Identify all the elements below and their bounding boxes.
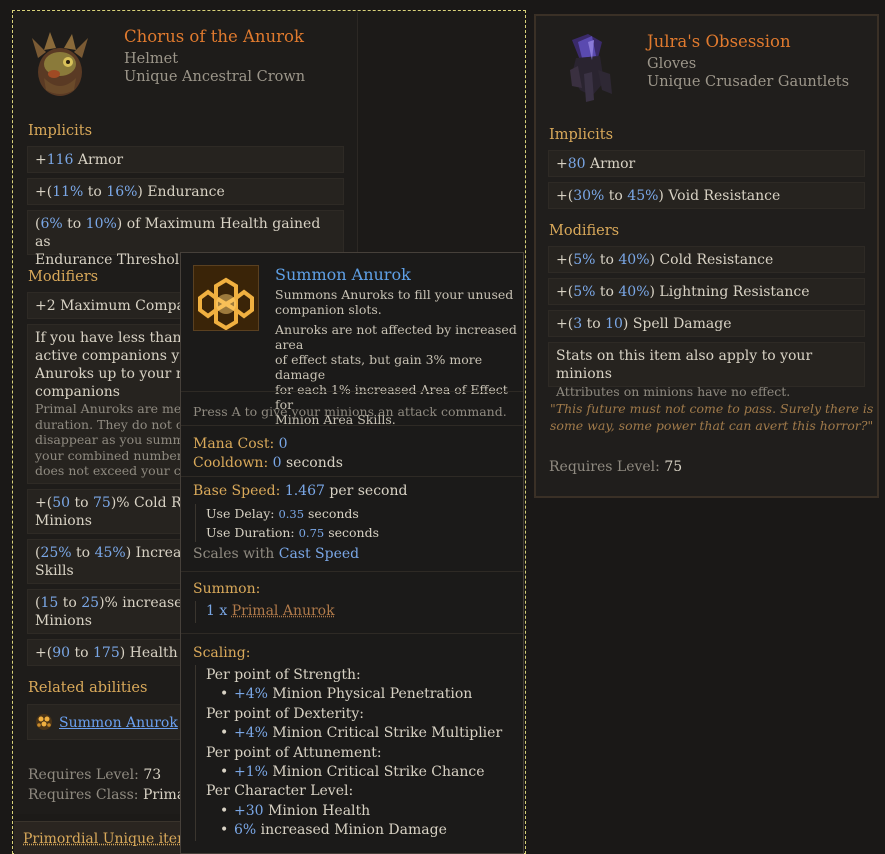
item-slot: Gloves: [647, 56, 697, 72]
mod-spell-damage: +(3 to 10) Spell Damage: [548, 310, 865, 337]
scaling-strength-label: Per point of Strength:: [206, 667, 361, 683]
scaling-heading: Scaling:: [193, 645, 251, 661]
summon-heading: Summon:: [193, 581, 261, 597]
item-slot: Helmet: [124, 51, 179, 67]
primordial-unique-label: Primordial Unique item -: [23, 831, 200, 847]
helmet-icon: [28, 28, 92, 100]
summon-anurok-link[interactable]: Summon Anurok: [59, 715, 178, 731]
cooldown: Cooldown: 0 seconds: [193, 455, 343, 471]
anurok-ability-icon: [35, 713, 53, 731]
mana-cost: Mana Cost: 0: [193, 436, 288, 452]
indent-bar: [195, 601, 196, 623]
implicit-void-resistance: +(30% to 45%) Void Resistance: [548, 182, 865, 209]
scales-with: Scales with Cast Speed: [193, 546, 360, 562]
item-base-type: Unique Ancestral Crown: [124, 69, 306, 85]
gloves-icon: [558, 30, 620, 106]
mod-minion-stats: Stats on this item also apply to your mi…: [548, 342, 865, 399]
scaling-attunement-label: Per point of Attunement:: [206, 745, 382, 761]
related-abilities-heading: Related abilities: [28, 680, 148, 696]
scaling-dexterity-label: Per point of Dexterity:: [206, 706, 364, 722]
modifiers-heading: Modifiers: [549, 223, 620, 239]
divider: [181, 476, 523, 477]
divider: [181, 633, 523, 634]
requires-level: Requires Level: 75: [549, 459, 683, 475]
summon-anurok-skill-tooltip: Summon Anurok Summons Anuroks to fill yo…: [180, 252, 524, 854]
implicit-endurance: +(11% to 16%) Endurance: [27, 178, 344, 205]
scaling-level-label: Per Character Level:: [206, 783, 354, 799]
implicit-endurance-threshold: (6% to 10%) of Maximum Health gained as …: [27, 210, 344, 268]
julra-item-tooltip: Julra's Obsession Gloves Unique Crusader…: [534, 14, 879, 498]
implicit-armor: +116 Armor: [27, 146, 344, 173]
indent-bar: [195, 504, 196, 542]
divider: [181, 571, 523, 572]
implicits-heading: Implicits: [549, 127, 614, 143]
skill-title: Summon Anurok: [275, 265, 411, 284]
use-delay: Use Delay: 0.35 seconds: [206, 506, 359, 521]
scaling-attunement-value: +1% Minion Critical Strike Chance: [220, 764, 485, 780]
scaling-level-health: +30 Minion Health: [220, 803, 370, 819]
scaling-level-damage: 6% increased Minion Damage: [220, 822, 447, 838]
requires-level: Requires Level: 73: [28, 767, 162, 783]
item-title: Julra's Obsession: [647, 32, 791, 51]
scaling-dexterity-value: +4% Minion Critical Strike Multiplier: [220, 725, 502, 741]
divider: [181, 425, 523, 426]
implicits-heading: Implicits: [28, 123, 93, 139]
base-speed: Base Speed: 1.467 per second: [193, 483, 408, 499]
mod-lightning-resistance: +(5% to 40%) Lightning Resistance: [548, 278, 865, 305]
mod-cold-resistance: +(5% to 40%) Cold Resistance: [548, 246, 865, 273]
divider: [181, 391, 523, 392]
indent-bar: [195, 665, 196, 841]
item-title: Chorus of the Anurok: [124, 27, 304, 46]
scaling-strength-value: +4% Minion Physical Penetration: [220, 686, 472, 702]
summon-entry[interactable]: 1 x Primal Anurok: [206, 603, 335, 619]
flavor-text: "This future must not come to pass. Sure…: [550, 401, 874, 433]
implicit-armor: +80 Armor: [548, 150, 865, 177]
summon-anurok-skill-icon: [193, 265, 259, 331]
item-base-type: Unique Crusader Gauntlets: [647, 74, 850, 90]
attack-command-hint: Press A to give your minions an attack c…: [193, 404, 507, 419]
primal-anurok-link[interactable]: Primal Anurok: [232, 603, 335, 619]
use-duration: Use Duration: 0.75 seconds: [206, 525, 379, 540]
modifiers-heading: Modifiers: [28, 269, 99, 285]
